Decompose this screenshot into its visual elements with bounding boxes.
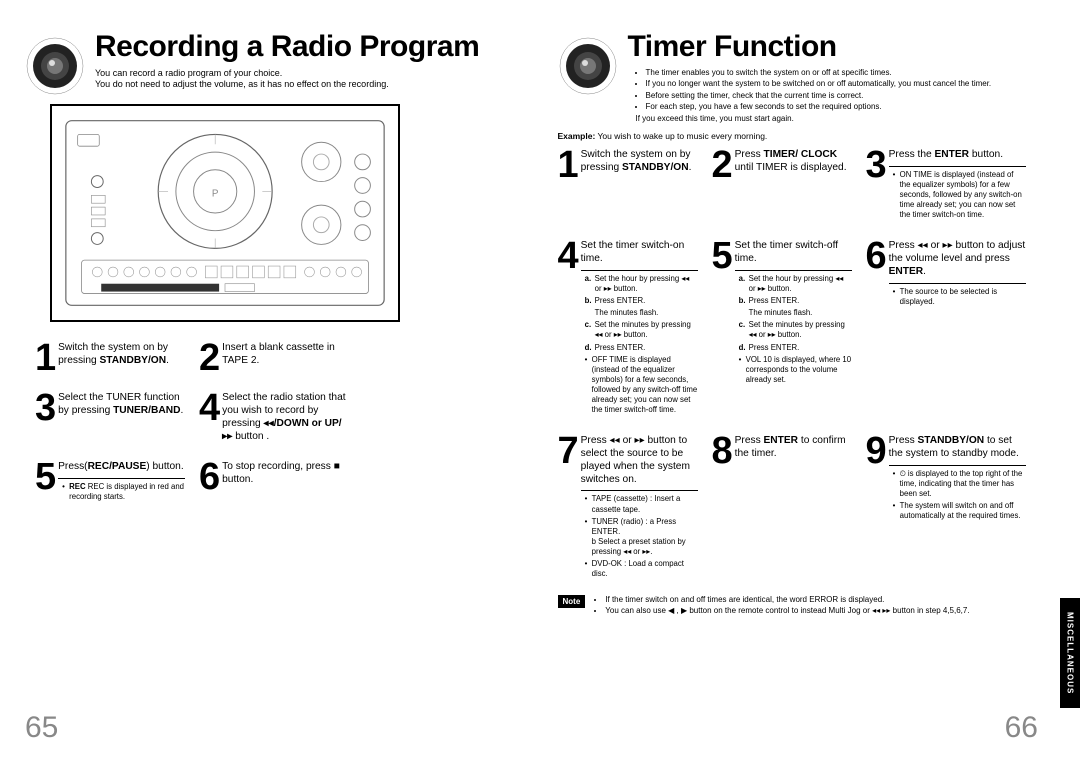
step-number: 2 xyxy=(199,342,218,374)
step-2: 2 Press TIMER/ CLOCK until TIMER is disp… xyxy=(712,149,852,222)
step-1: 1 Switch the system on by pressing STAND… xyxy=(558,149,698,222)
step-2: 2 Insert a blank cassette in TAPE 2. xyxy=(199,342,349,374)
step-6: 6 Press ◂◂ or ▸▸ button to adjust the vo… xyxy=(866,240,1026,417)
step-number: 3 xyxy=(35,392,54,424)
page-number: 66 xyxy=(1005,711,1038,745)
step-number: 5 xyxy=(35,461,54,493)
speaker-icon xyxy=(558,36,618,96)
steps-right: 1 Switch the system on by pressing STAND… xyxy=(558,149,1041,582)
stereo-diagram: P xyxy=(50,104,400,322)
step-number: 4 xyxy=(199,392,218,424)
page-title: Timer Function xyxy=(628,30,1041,64)
page-65: Recording a Radio Program You can record… xyxy=(0,0,533,763)
step-3: 3 Press the ENTER button. ON TIME is dis… xyxy=(866,149,1026,222)
step-1: 1 Switch the system on by pressing STAND… xyxy=(35,342,185,374)
page-header: Recording a Radio Program You can record… xyxy=(25,30,508,96)
step-8: 8 Press ENTER to confirm the timer. xyxy=(712,435,852,581)
step-9: 9 Press STANDBY/ON to set the system to … xyxy=(866,435,1026,581)
page-title: Recording a Radio Program xyxy=(95,30,508,64)
steps-left: 1 Switch the system on by pressing STAND… xyxy=(35,342,508,504)
step-number: 1 xyxy=(35,342,54,374)
page-subtitle: You can record a radio program of your c… xyxy=(95,68,508,91)
step-5: 5 Set the timer switch-off time. a.Set t… xyxy=(712,240,852,417)
step-number: 6 xyxy=(199,461,218,493)
note-body: If the timer switch on and off times are… xyxy=(593,595,969,617)
step-4: 4 Set the timer switch-on time. a.Set th… xyxy=(558,240,698,417)
example-line: Example: You wish to wake up to music ev… xyxy=(558,131,1041,141)
note-row: Note If the timer switch on and off time… xyxy=(558,595,1041,617)
step-7: 7 Press ◂◂ or ▸▸ button to select the so… xyxy=(558,435,698,581)
page-intro-bullets: The timer enables you to switch the syst… xyxy=(628,68,1041,124)
step-3: 3 Select the TUNER function by pressing … xyxy=(35,392,185,443)
step-5: 5 Press(REC/PAUSE) button. REC REC is di… xyxy=(35,461,185,504)
page-header: Timer Function The timer enables you to … xyxy=(558,30,1041,125)
misc-tab: MISCELLANEOUS xyxy=(1060,598,1080,708)
svg-text:P: P xyxy=(212,188,219,199)
note-label: Note xyxy=(558,595,586,608)
page-66: Timer Function The timer enables you to … xyxy=(533,0,1080,763)
page-number: 65 xyxy=(25,711,58,745)
step-4: 4 Select the radio station that you wish… xyxy=(199,392,349,443)
step-6: 6 To stop recording, press ■ button. xyxy=(199,461,349,504)
speaker-icon xyxy=(25,36,85,96)
